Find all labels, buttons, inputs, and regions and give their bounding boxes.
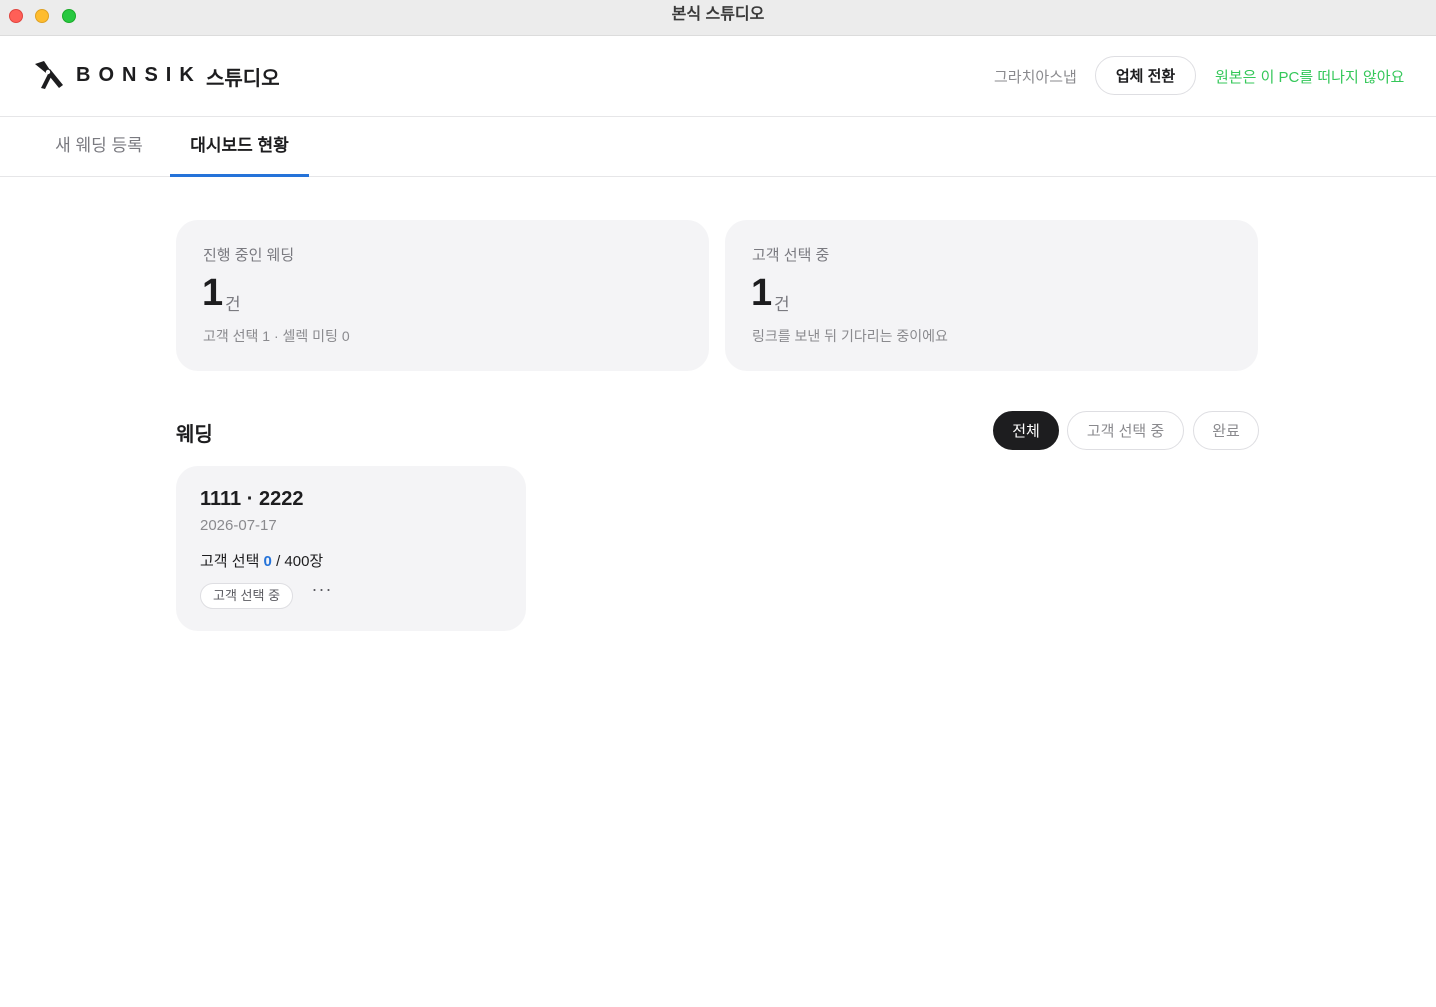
main-tabs: 새 웨딩 등록 대시보드 현황 [0,117,1436,177]
wedding-couple-name: 1111 · 2222 [200,488,304,510]
total-photo-count: / 400장 [276,553,324,570]
wedding-selection-count: 고객 선택 0 / 400장 [200,550,323,571]
stat-label: 고객 선택 중 [752,247,830,264]
current-studio-name: 그라치아스냅 [994,69,1077,86]
filter-client-selecting-button[interactable]: 고객 선택 중 [1067,411,1184,450]
stat-unit: 건 [225,295,241,314]
filter-all-button[interactable]: 전체 [993,411,1059,450]
switch-studio-button[interactable]: 업체 전환 [1095,56,1196,95]
stat-label: 진행 중인 웨딩 [203,247,295,264]
stat-card-client-selecting: 고객 선택 중 1 건 링크를 보낸 뒤 기다리는 중이에요 [725,220,1258,371]
window-titlebar: 본식 스튜디오 [0,0,1436,36]
stat-value: 1 [751,272,773,314]
logo-text: BONSIK [76,64,202,86]
stat-subtext: 링크를 보낸 뒤 기다리는 중이에요 [752,328,948,344]
privacy-notice: 원본은 이 PC를 떠나지 않아요 [1215,69,1405,86]
stat-unit: 건 [774,295,790,314]
tab-dashboard[interactable]: 대시보드 현황 [170,117,309,177]
more-options-icon[interactable]: ··· [310,580,334,604]
stat-card-in-progress: 진행 중인 웨딩 1 건 고객 선택 1 · 셀렉 미팅 0 [176,220,709,371]
status-badge: 고객 선택 중 [200,583,294,609]
wedding-date: 2026-07-17 [200,517,277,534]
pliers-icon [35,61,63,89]
tab-new-wedding[interactable]: 새 웨딩 등록 [40,117,158,177]
filter-completed-button[interactable]: 완료 [1193,411,1259,450]
selected-count: 0 [263,553,272,570]
selection-count-prefix: 고객 선택 [200,553,260,570]
window-title: 본식 스튜디오 [671,6,765,23]
wedding-card[interactable]: 1111 · 2222 2026-07-17 고객 선택 0 / 400장 고객… [176,466,526,631]
logo-subtitle: 스튜디오 [206,68,280,90]
weddings-section-title: 웨딩 [176,424,213,446]
app-header: BONSIK 스튜디오 그라치아스냅 업체 전환 원본은 이 PC를 떠나지 않… [0,36,1436,117]
stat-value: 1 [202,272,224,314]
stat-subtext: 고객 선택 1 · 셀렉 미팅 0 [203,328,350,344]
